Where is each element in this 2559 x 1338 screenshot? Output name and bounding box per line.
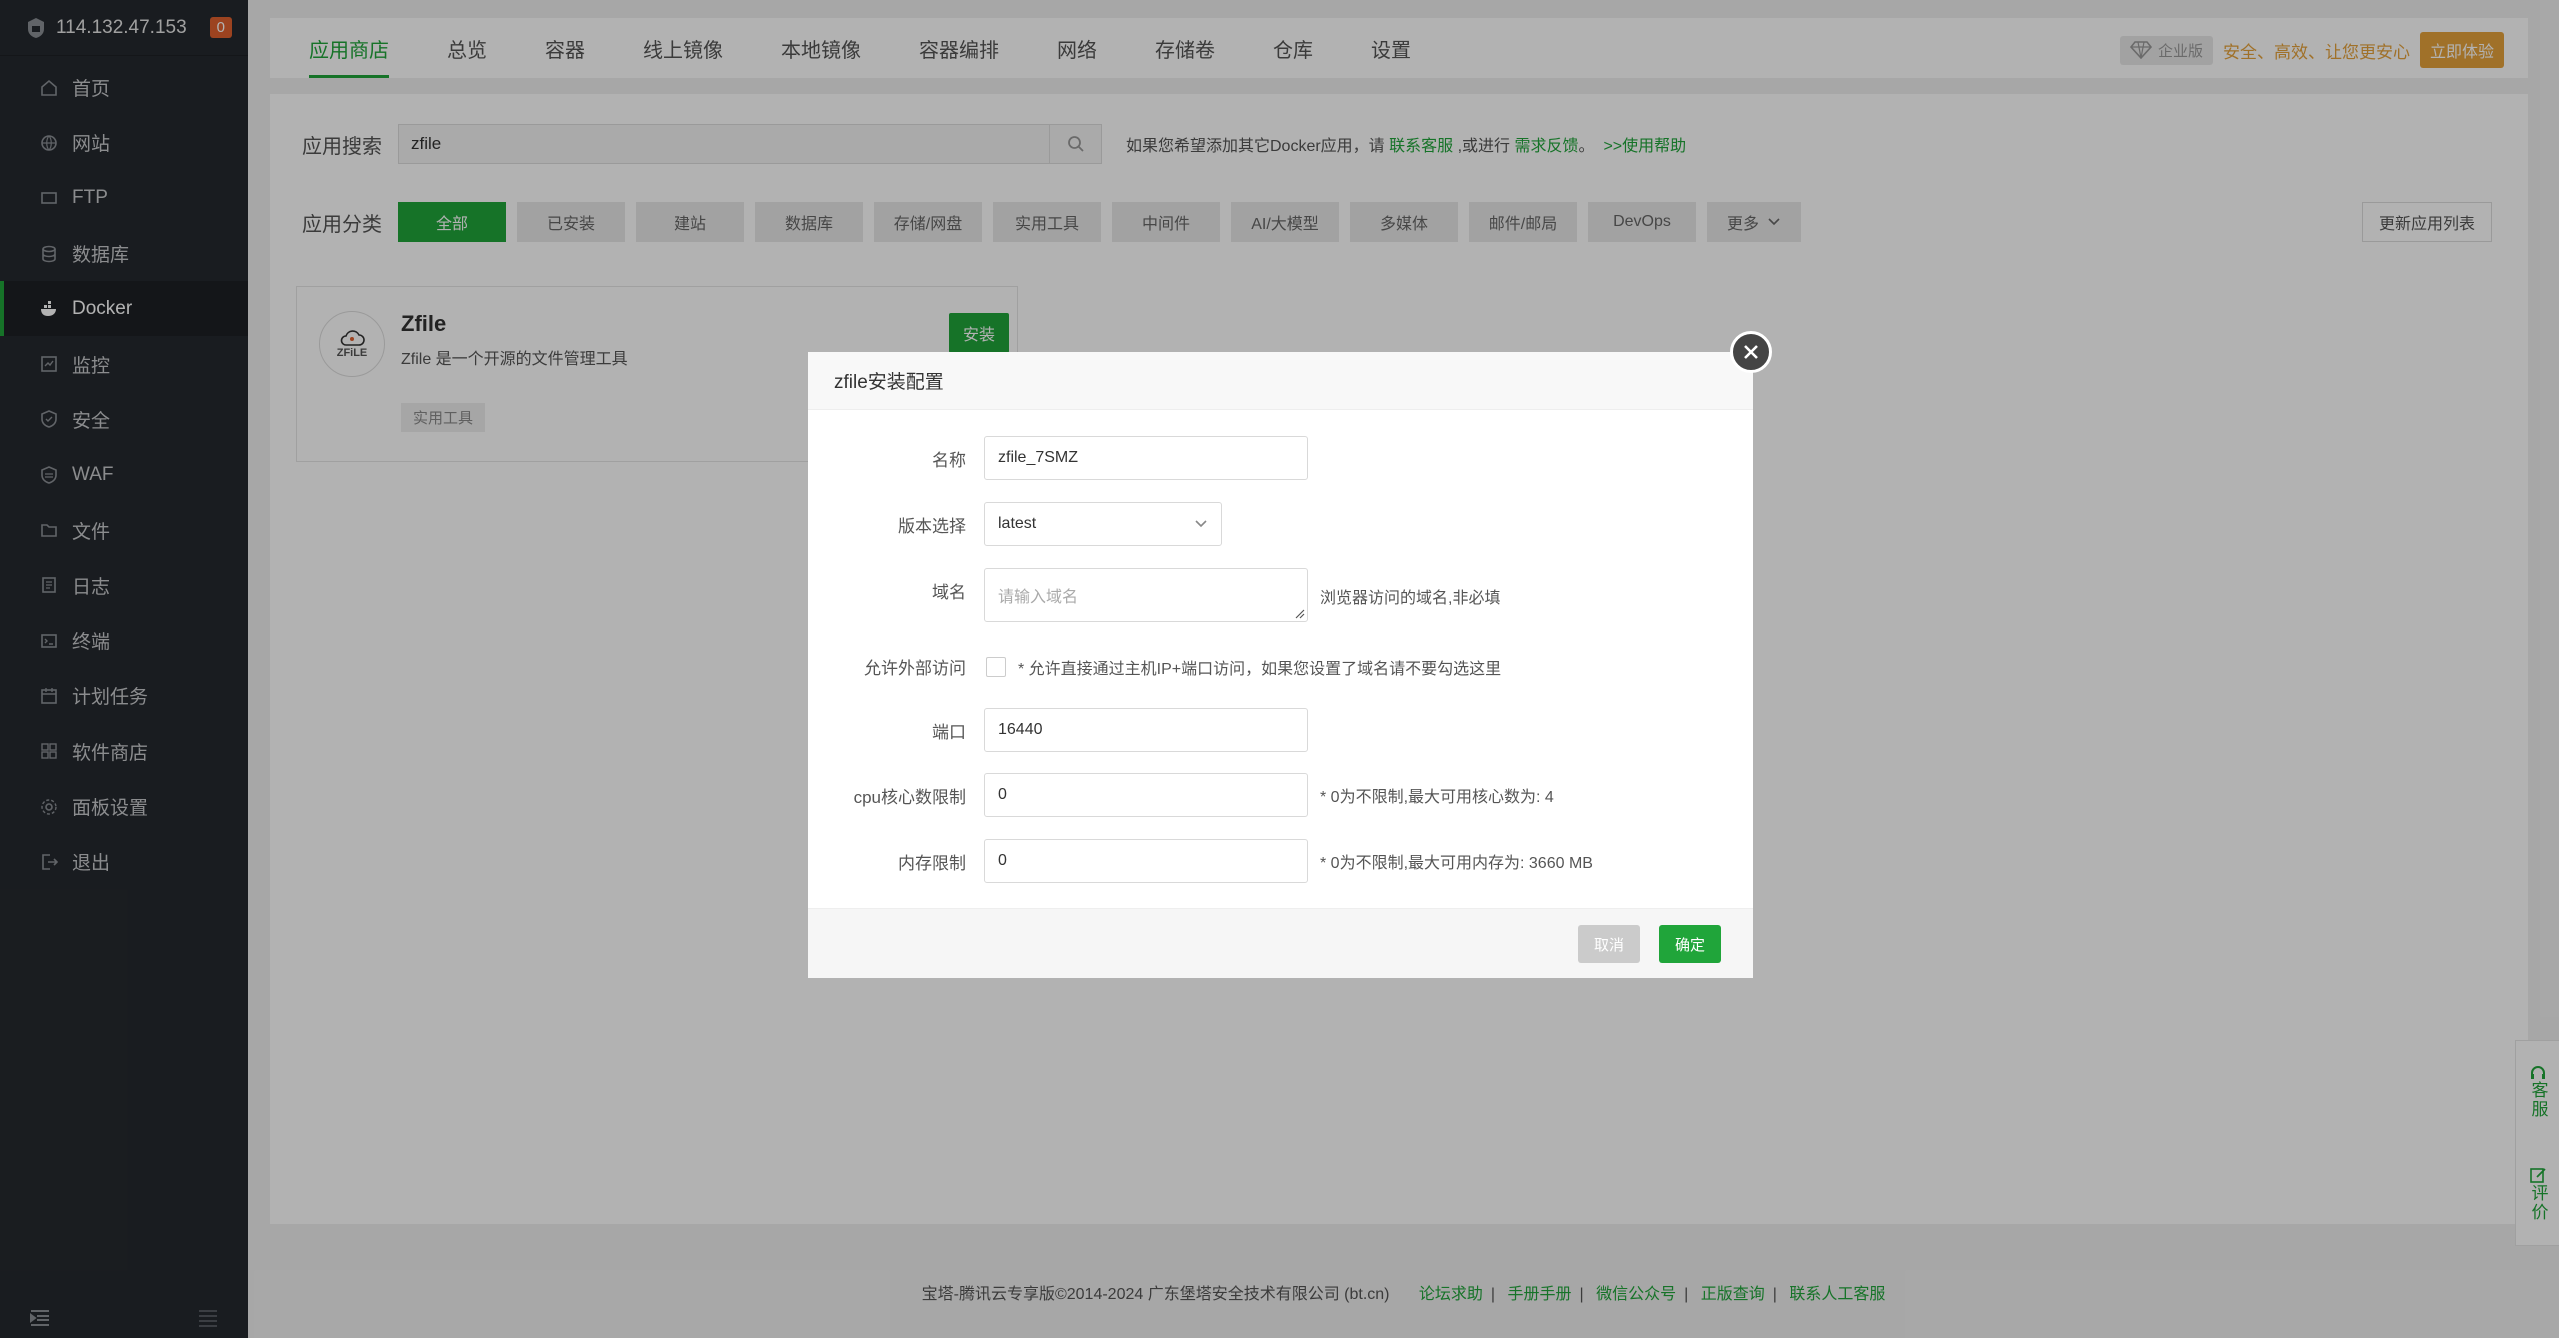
memory-note: * 0为不限制,最大可用内存为: 3660 MB — [1320, 855, 1593, 872]
memory-input[interactable]: 0 — [984, 839, 1308, 883]
domain-placeholder: 请输入域名 — [998, 589, 1079, 606]
version-value: latest — [998, 515, 1037, 532]
cpu-input[interactable]: 0 — [984, 773, 1308, 817]
domain-row: 域名 请输入域名 浏览器访问的域名,非必填 — [808, 568, 1500, 622]
resize-handle-icon[interactable] — [1295, 609, 1305, 619]
external-access-note: * 允许直接通过主机IP+端口访问，如果您设置了域名请不要勾选这里 — [1018, 660, 1502, 678]
name-input[interactable]: zfile_7SMZ — [984, 436, 1308, 480]
dialog-title: zfile安装配置 — [808, 352, 1753, 410]
cpu-label: cpu核心数限制 — [853, 787, 966, 807]
cpu-row: cpu核心数限制 0 * 0为不限制,最大可用核心数为: 4 — [808, 773, 1554, 817]
version-label: 版本选择 — [898, 516, 966, 536]
install-config-dialog: zfile安装配置 名称 zfile_7SMZ 版本选择 latest 域名 请… — [808, 352, 1753, 978]
domain-label: 域名 — [932, 583, 966, 602]
domain-note: 浏览器访问的域名,非必填 — [1320, 590, 1501, 607]
port-label: 端口 — [932, 722, 966, 742]
port-input[interactable]: 16440 — [984, 708, 1308, 752]
domain-textarea[interactable]: 请输入域名 — [984, 568, 1308, 622]
name-label: 名称 — [932, 450, 966, 470]
close-icon — [1744, 345, 1758, 359]
external-access-row: 允许外部访问 * 允许直接通过主机IP+端口访问，如果您设置了域名请不要勾选这里 — [808, 654, 1501, 679]
memory-row: 内存限制 0 * 0为不限制,最大可用内存为: 3660 MB — [808, 839, 1593, 883]
version-row: 版本选择 latest — [808, 502, 1222, 546]
close-dialog-button[interactable] — [1730, 331, 1772, 373]
chevron-down-icon — [1195, 520, 1207, 528]
memory-label: 内存限制 — [898, 853, 966, 873]
external-access-checkbox[interactable] — [986, 656, 1006, 677]
confirm-button[interactable]: 确定 — [1659, 925, 1722, 963]
name-row: 名称 zfile_7SMZ — [808, 436, 1308, 480]
version-select[interactable]: latest — [984, 502, 1222, 546]
cpu-note: * 0为不限制,最大可用核心数为: 4 — [1320, 789, 1554, 806]
port-row: 端口 16440 — [808, 708, 1308, 752]
external-access-label: 允许外部访问 — [864, 659, 966, 678]
dialog-footer: 取消 确定 — [808, 908, 1753, 978]
cancel-button[interactable]: 取消 — [1578, 925, 1641, 963]
